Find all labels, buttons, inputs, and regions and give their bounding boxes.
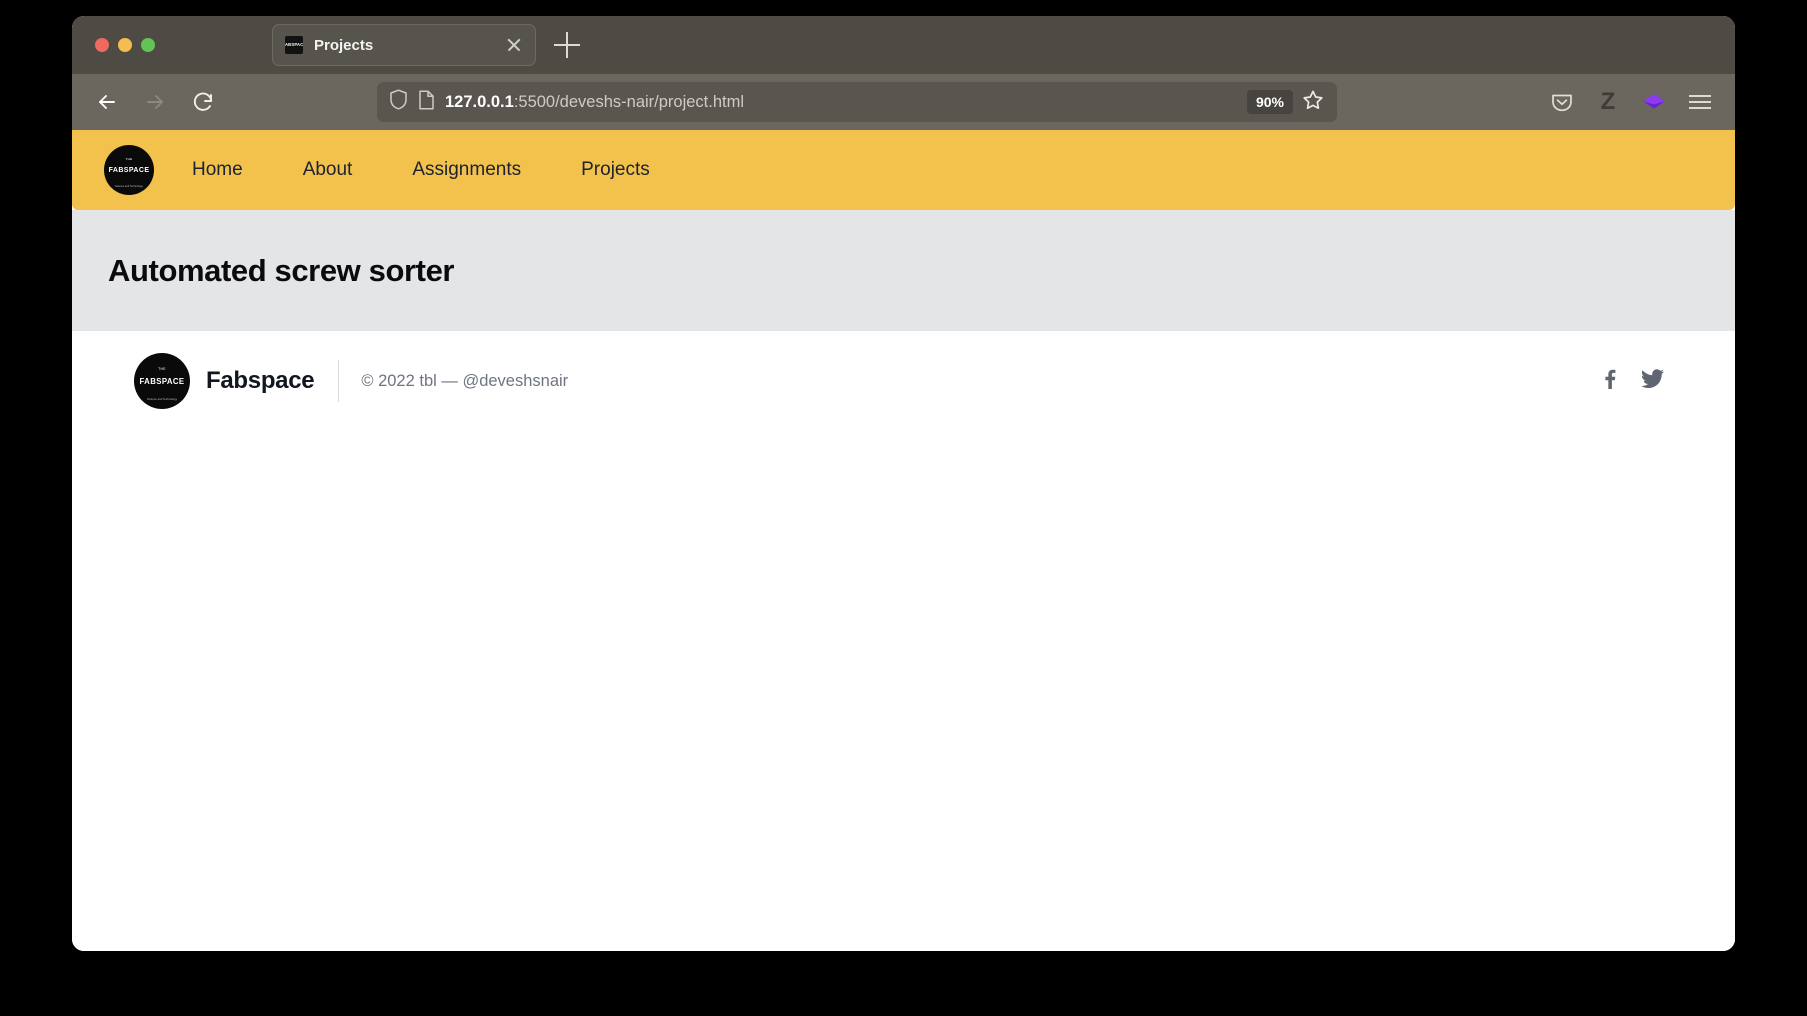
- nav-link-home[interactable]: Home: [192, 151, 243, 189]
- logo-the-text: THE: [158, 367, 166, 371]
- logo-main-text: FABSPACE: [108, 166, 150, 174]
- hamburger-line: [1689, 107, 1711, 109]
- forward-arrow-icon: [147, 95, 163, 109]
- minimize-window-button[interactable]: [118, 38, 132, 52]
- site-nav-links: Home About Assignments Projects: [192, 151, 650, 189]
- twitter-icon[interactable]: [1641, 368, 1665, 395]
- diamond-extension-icon[interactable]: [1641, 89, 1667, 115]
- window-traffic-lights: [72, 38, 171, 52]
- logo-sub-text: Science and Technology: [114, 185, 144, 188]
- page-title: Automated screw sorter: [108, 252, 455, 288]
- pocket-icon[interactable]: [1549, 89, 1575, 115]
- fabspace-footer-logo-icon: THE FABSPACE Science and Technology: [134, 353, 190, 409]
- close-icon[interactable]: [503, 34, 525, 56]
- nav-link-assignments[interactable]: Assignments: [412, 151, 521, 189]
- reload-icon: [193, 92, 213, 111]
- tab-title: Projects: [314, 36, 374, 54]
- browser-tab-projects[interactable]: FABSPACE Projects: [272, 24, 536, 66]
- shield-icon[interactable]: [389, 89, 408, 115]
- maximize-window-button[interactable]: [141, 38, 155, 52]
- bookmark-star-icon[interactable]: [1301, 88, 1329, 116]
- toolbar-extensions: Z: [1549, 74, 1721, 130]
- page-title-band: Automated screw sorter: [72, 210, 1735, 331]
- nav-link-about[interactable]: About: [303, 151, 353, 189]
- footer-social-links: [1599, 368, 1675, 395]
- twitter-bird-glyph: [1641, 368, 1664, 388]
- address-bar[interactable]: 127.0.0.1:5500/deveshs-nair/project.html…: [377, 82, 1337, 122]
- app-menu-icon[interactable]: [1687, 89, 1713, 115]
- tab-strip: FABSPACE Projects: [72, 16, 1735, 74]
- close-window-button[interactable]: [95, 38, 109, 52]
- footer-brand-name: Fabspace: [206, 367, 315, 394]
- footer-copyright: © 2022 tbl — @deveshsnair: [361, 371, 569, 390]
- url-host: 127.0.0.1: [445, 92, 514, 111]
- reload-button[interactable]: [184, 83, 222, 121]
- forward-button[interactable]: [136, 83, 174, 121]
- fabspace-logo-icon[interactable]: THE FABSPACE Science and Technology: [104, 145, 154, 195]
- site-navbar: THE FABSPACE Science and Technology Home…: [72, 130, 1735, 210]
- back-button[interactable]: [88, 83, 126, 121]
- favicon-label: FABSPACE: [285, 42, 303, 48]
- zoom-level-badge[interactable]: 90%: [1246, 90, 1293, 114]
- diamond-shape: [1643, 94, 1665, 109]
- site-footer: THE FABSPACE Science and Technology Fabs…: [72, 331, 1735, 431]
- nav-link-projects[interactable]: Projects: [581, 151, 650, 189]
- hamburger-line: [1689, 101, 1711, 103]
- browser-window: FABSPACE Projects: [72, 16, 1735, 951]
- page-info-icon[interactable]: [418, 89, 435, 115]
- footer-divider: [338, 360, 340, 402]
- browser-toolbar: 127.0.0.1:5500/deveshs-nair/project.html…: [72, 74, 1735, 130]
- facebook-icon[interactable]: [1599, 368, 1619, 395]
- new-tab-button[interactable]: [554, 32, 580, 58]
- footer-brand[interactable]: THE FABSPACE Science and Technology Fabs…: [134, 353, 315, 409]
- url-text[interactable]: 127.0.0.1:5500/deveshs-nair/project.html: [445, 93, 1247, 112]
- logo-the-text: THE: [125, 157, 133, 161]
- hamburger-line: [1689, 95, 1711, 97]
- fabspace-favicon: FABSPACE: [285, 36, 303, 54]
- url-path: :5500/deveshs-nair/project.html: [513, 92, 745, 111]
- facebook-glyph: [1605, 369, 1616, 389]
- logo-main-text: FABSPACE: [139, 376, 185, 386]
- logo-sub-text: Science and Technology: [146, 397, 178, 401]
- page-viewport: THE FABSPACE Science and Technology Home…: [72, 130, 1735, 951]
- back-arrow-icon: [99, 95, 115, 109]
- zotero-icon[interactable]: Z: [1595, 89, 1621, 115]
